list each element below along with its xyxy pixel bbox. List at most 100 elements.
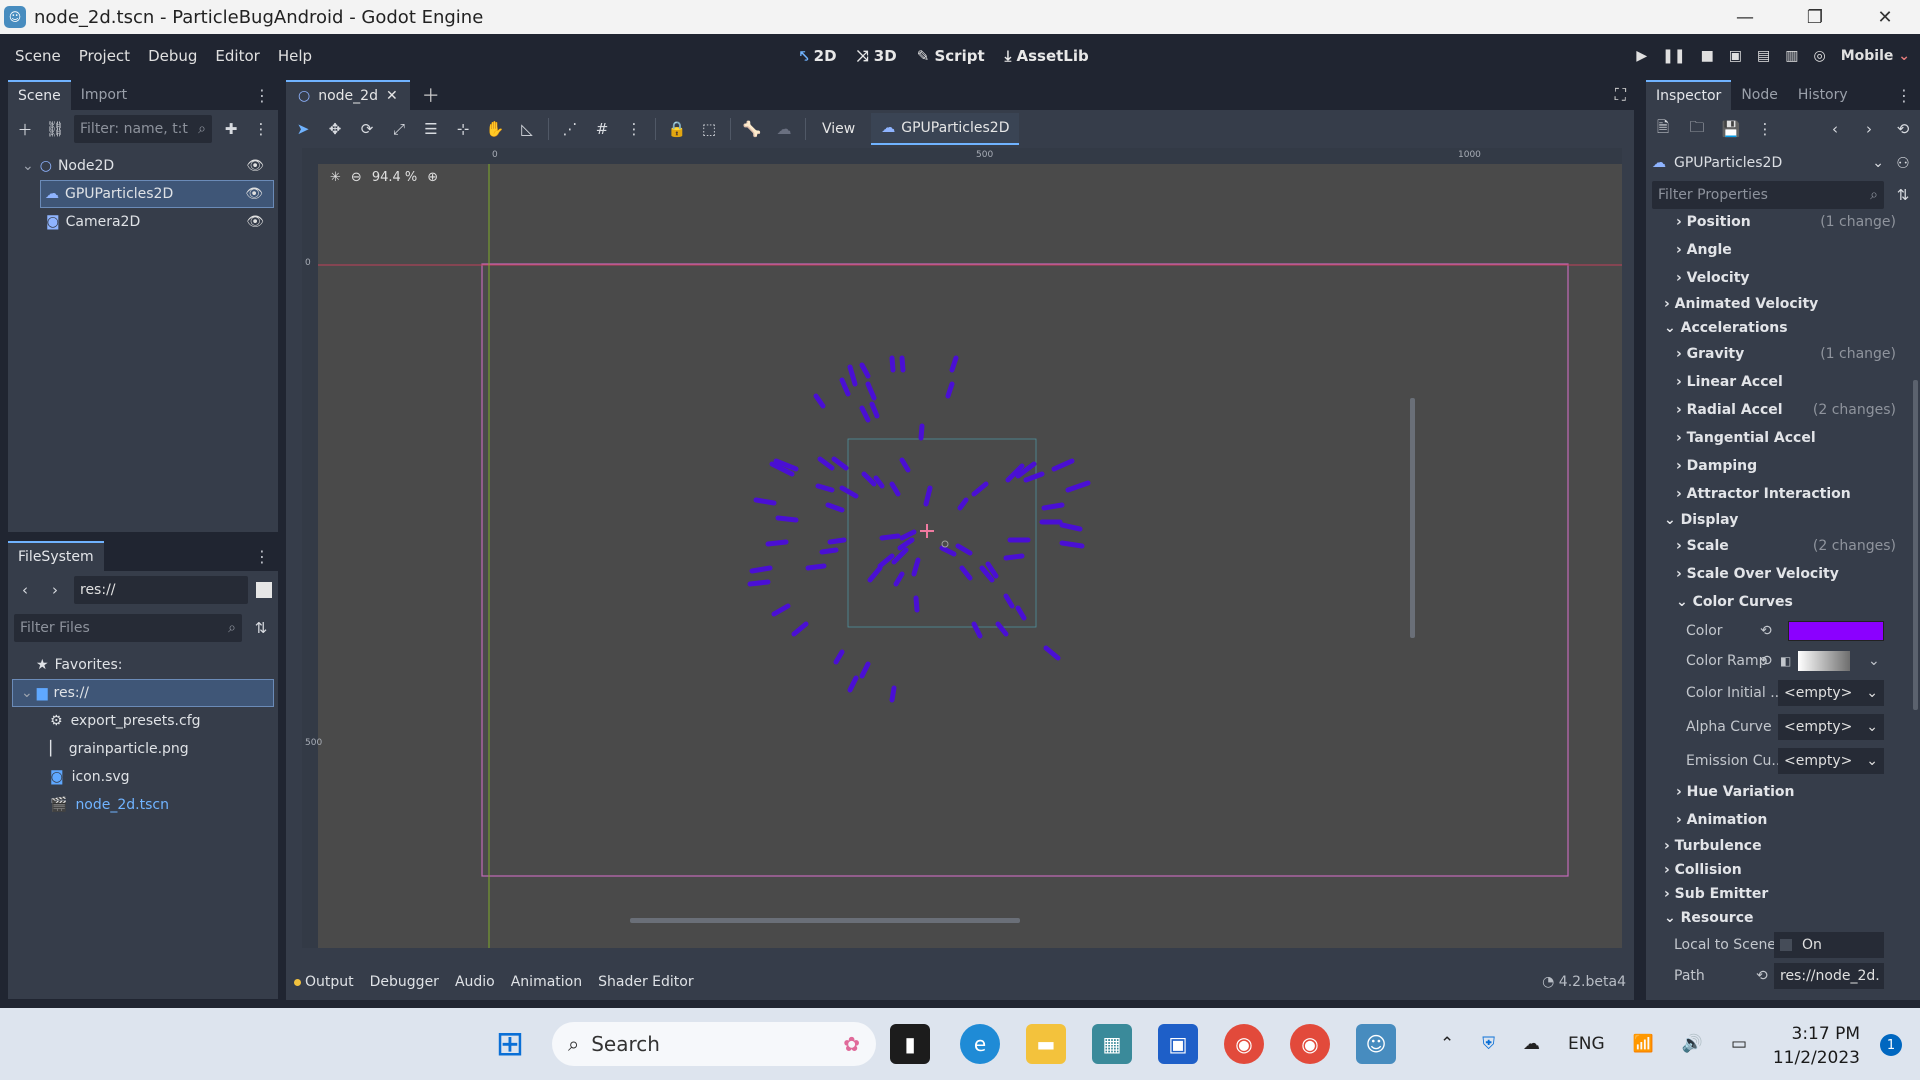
prop-group-damping[interactable]: › Damping [1646,452,1908,480]
revert-icon[interactable]: ⟲ [1756,968,1768,984]
tree-node-camera2d[interactable]: ◙ Camera2D 👁 [12,208,274,236]
chevron-down-icon[interactable]: ⌄ [1868,653,1880,669]
language-indicator[interactable]: ENG [1568,1034,1605,1054]
prop-section-display[interactable]: ⌄ Display [1646,508,1908,532]
tab-debugger[interactable]: Debugger [370,974,439,990]
group-icon[interactable]: ⬚ [698,118,720,140]
tab-inspector[interactable]: Inspector [1646,80,1732,110]
collapse-arrow-icon[interactable]: ⌄ [22,158,34,174]
prop-group-animation[interactable]: › Animation [1646,806,1908,834]
new-scene-tab-button[interactable]: ＋ [422,82,440,108]
file-row[interactable]: 🎬 node_2d.tscn [12,791,274,819]
tab-audio[interactable]: Audio [455,974,495,990]
scene-tab-node2d[interactable]: ○ node_2d ✕ [286,80,410,110]
save-icon[interactable]: 💾 [1720,118,1742,140]
select-mode-icon[interactable]: ➤ [292,118,314,140]
prop-group-hue-variation[interactable]: › Hue Variation [1646,778,1908,806]
wifi-icon[interactable]: 📶 [1633,1034,1654,1054]
view-menu-button[interactable]: View [816,121,861,137]
filter-files-input[interactable]: Filter Files ⌕ [14,614,242,642]
move-mode-icon[interactable]: ✥ [324,118,346,140]
menu-editor[interactable]: Editor [206,47,268,65]
center-view-icon[interactable]: ✳ [330,170,341,185]
movie-maker-icon[interactable]: ◎ [1814,48,1826,64]
scene-filter-input[interactable]: Filter: name, t:t ⌕ [74,115,212,143]
prop-group-angle[interactable]: › Angle [1646,236,1908,264]
filter-properties-input[interactable]: Filter Properties ⌕ [1652,181,1884,209]
dock-menu-icon[interactable]: ⋮ [254,547,278,566]
tab-animation[interactable]: Animation [511,974,582,990]
prop-group-linear-accel[interactable]: › Linear Accel [1646,368,1908,396]
grid-snap-icon[interactable]: # [591,118,613,140]
prop-group-scale-over-velocity[interactable]: › Scale Over Velocity [1646,560,1908,588]
color-swatch[interactable] [1788,621,1884,641]
favorites-row[interactable]: ★ Favorites: [12,651,274,679]
prop-group-tangential-accel[interactable]: › Tangential Accel [1646,424,1908,452]
dock-menu-icon[interactable]: ⋮ [254,86,278,105]
alpha-curve-select[interactable]: <empty> ⌄ [1778,714,1884,740]
play-scene-icon[interactable]: ▤ [1757,48,1770,64]
object-properties-icon[interactable]: ⚇ [1892,152,1914,174]
emission-curve-select[interactable]: <empty> ⌄ [1778,748,1884,774]
tab-history[interactable]: History [1788,80,1858,110]
dock-menu-icon[interactable]: ⋮ [1896,86,1920,105]
attach-script-icon[interactable]: ✚ [220,118,242,140]
menu-help[interactable]: Help [269,47,321,65]
color-initial-ramp-select[interactable]: <empty> ⌄ [1778,680,1884,706]
file-row[interactable]: ▏ grainparticle.png [12,735,274,763]
collapse-arrow-icon[interactable]: ⌄ [21,685,33,701]
remote-debug-icon[interactable]: ▣ [1729,48,1742,64]
prop-section-sub-emitter[interactable]: › Sub Emitter [1646,882,1908,906]
prop-group-scale[interactable]: › Scale (2 changes) [1646,532,1908,560]
history-forward-icon[interactable]: › [1858,118,1880,140]
inspector-options-icon[interactable]: ⋮ [1754,118,1776,140]
link-icon[interactable]: ⛓ [44,118,66,140]
object-history-icon[interactable]: ⟲ [1892,118,1914,140]
stop-icon[interactable]: ■ [1701,48,1714,64]
prop-section-turbulence[interactable]: › Turbulence [1646,834,1908,858]
prop-group-velocity[interactable]: › Velocity [1646,264,1908,292]
visibility-eye-icon[interactable]: 👁 [245,186,263,202]
workspace-2d-button[interactable]: ⤣ 2D [800,47,837,65]
menu-debug[interactable]: Debug [139,47,206,65]
file-row[interactable]: ◙ icon.svg [12,763,274,791]
history-back-icon[interactable]: ‹ [1824,118,1846,140]
tab-scene[interactable]: Scene [8,80,71,110]
sort-icon[interactable]: ⇅ [250,617,272,639]
pan-mode-icon[interactable]: ✋ [484,118,506,140]
gpuparticles2d-menu-button[interactable]: ☁ GPUParticles2D [871,113,1020,145]
split-view-icon[interactable] [256,582,272,598]
pause-icon[interactable]: ❚❚ [1662,48,1685,64]
inspector-scrollbar[interactable] [1913,380,1918,710]
revert-icon[interactable]: ⟲ [1760,653,1772,669]
prop-group-color-curves[interactable]: ⌄ Color Curves [1646,588,1908,616]
prop-section-collision[interactable]: › Collision [1646,858,1908,882]
open-folder-icon[interactable]: 🗀 [1686,118,1708,140]
zoom-in-icon[interactable]: ⊕ [427,170,438,185]
back-arrow-icon[interactable]: ‹ [14,579,36,601]
scene-menu-icon[interactable]: ⋮ [250,118,272,140]
play-icon[interactable]: ▶ [1636,48,1647,64]
tab-import[interactable]: Import [71,80,137,110]
tree-node-node2d[interactable]: ⌄ ○ Node2D 👁 [12,152,274,180]
new-resource-icon[interactable]: 🗎 [1652,118,1674,140]
revert-icon[interactable]: ⟲ [1760,623,1772,639]
task-view-icon[interactable]: ▮ [890,1024,930,1064]
godot-taskbar-icon[interactable]: ☺ [1356,1024,1396,1064]
restore-button[interactable]: ❐ [1780,0,1850,34]
path-field[interactable]: res://node_2d. [1774,963,1884,989]
path-field[interactable]: res:// [74,576,248,604]
tab-shader-editor[interactable]: Shader Editor [598,974,693,990]
prop-group-animated-velocity[interactable]: › Animated Velocity [1646,292,1908,316]
menu-scene[interactable]: Scene [6,47,70,65]
edge-browser-icon[interactable]: e [960,1024,1000,1064]
smart-snap-icon[interactable]: ⋰ [559,118,581,140]
pivot-mode-icon[interactable]: ⊹ [452,118,474,140]
tab-output[interactable]: Output [294,974,354,990]
particles-tool-icon[interactable]: ☁ [773,118,795,140]
visibility-eye-icon[interactable]: 👁 [246,158,264,174]
tab-node[interactable]: Node [1731,80,1788,110]
gradient-preview[interactable] [1798,651,1850,671]
chrome-icon[interactable]: ◉ [1224,1024,1264,1064]
file-explorer-icon[interactable]: ▬ [1026,1024,1066,1064]
